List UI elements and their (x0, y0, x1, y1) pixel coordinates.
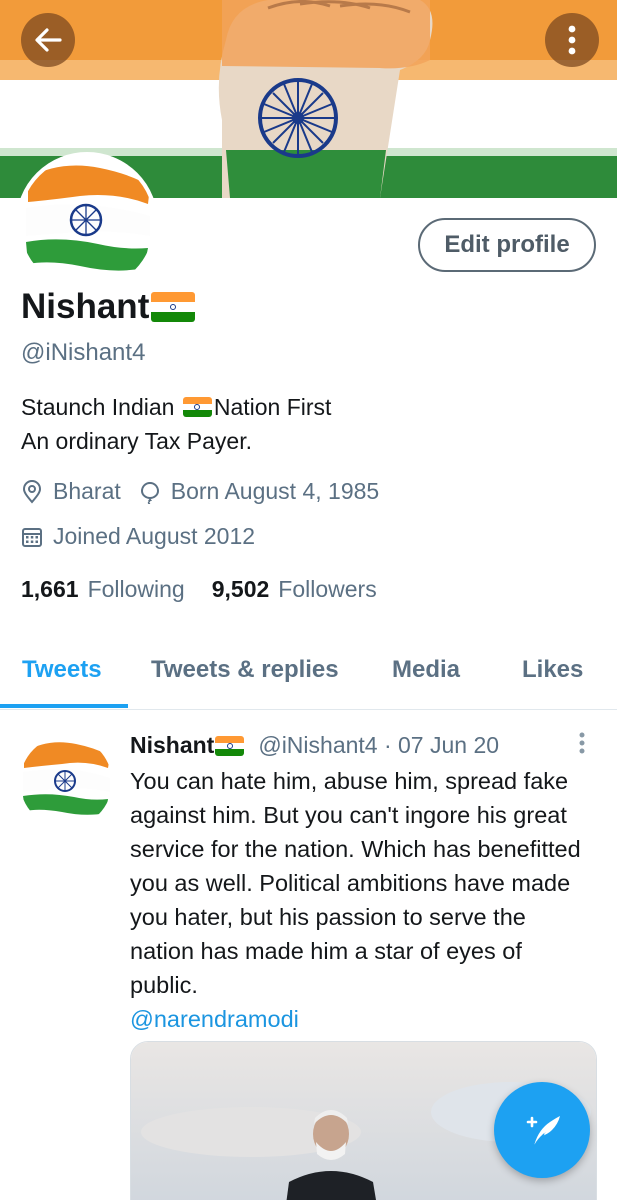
following-count: 1,661 (21, 576, 79, 602)
arrow-left-icon (35, 28, 62, 52)
display-name-text: Nishant (21, 287, 150, 326)
tab-likes[interactable]: Likes (522, 656, 583, 684)
tweet-body: You can hate him, abuse him, spread fake… (130, 768, 581, 998)
followers-count: 9,502 (211, 576, 270, 602)
following-label: Following (87, 576, 185, 602)
avatar-flag-image (20, 736, 112, 828)
following-link[interactable]: 1,661 Following (21, 576, 185, 603)
location-pin-icon (22, 479, 42, 504)
profile-meta-row: Bharat Born August 4, 1985 (21, 478, 397, 505)
india-flag-icon (215, 735, 245, 756)
birthday-item: Born August 4, 1985 (139, 478, 379, 505)
profile-avatar[interactable] (16, 152, 158, 294)
tweet-author-avatar[interactable] (20, 736, 112, 828)
back-button[interactable] (21, 13, 75, 67)
profile-joined-row: Joined August 2012 (21, 523, 273, 550)
tweet-author[interactable]: Nishant (130, 732, 245, 759)
active-tab-indicator (0, 704, 128, 708)
joined-text: Joined August 2012 (53, 523, 256, 549)
followers-link[interactable]: 9,502 Followers (212, 576, 377, 603)
followers-label: Followers (278, 576, 377, 602)
joined-item: Joined August 2012 (21, 523, 255, 550)
edit-profile-button[interactable]: Edit profile (418, 218, 596, 272)
compose-tweet-button[interactable] (494, 1082, 590, 1178)
bio-text-part1: Staunch Indian (21, 394, 181, 420)
profile-tabs: Tweets Tweets & replies Media Likes (0, 640, 617, 710)
india-flag-icon (151, 292, 196, 322)
bio-text-line2: An ordinary Tax Payer. (21, 428, 252, 454)
vertical-ellipsis-icon (568, 25, 576, 55)
tweet-more-button[interactable] (572, 731, 592, 757)
follow-stats: 1,661 Following 9,502 Followers (21, 576, 404, 603)
tab-tweets[interactable]: Tweets (22, 656, 102, 684)
mention-link[interactable]: @narendramodi (130, 1002, 590, 1036)
india-flag-icon (182, 397, 212, 417)
avatar-flag-image (20, 156, 154, 290)
balloon-icon (140, 481, 159, 504)
tweet-author-name: Nishant (130, 732, 215, 758)
tweet-text: You can hate him, abuse him, spread fake… (130, 764, 590, 1036)
location-item: Bharat (21, 478, 121, 505)
vertical-ellipsis-icon (579, 732, 585, 754)
more-options-button[interactable] (545, 13, 599, 67)
profile-handle: @iNishant4 (21, 339, 146, 366)
tab-tweets-replies[interactable]: Tweets & replies (151, 656, 339, 684)
tweet-handle-date: @iNishant4 · 07 Jun 20 (258, 732, 500, 758)
compose-feather-icon (526, 1116, 560, 1147)
location-text: Bharat (53, 478, 121, 504)
bio-text-part2: Nation First (213, 394, 332, 420)
profile-display-name: Nishant (21, 287, 196, 327)
tweet-header: Nishant @iNishant4 · 07 Jun 20 (130, 732, 499, 759)
tab-media[interactable]: Media (392, 656, 460, 684)
birthday-text: Born August 4, 1985 (170, 478, 380, 504)
calendar-icon (22, 527, 42, 547)
profile-bio: Staunch Indian Nation First An ordinary … (21, 390, 331, 458)
